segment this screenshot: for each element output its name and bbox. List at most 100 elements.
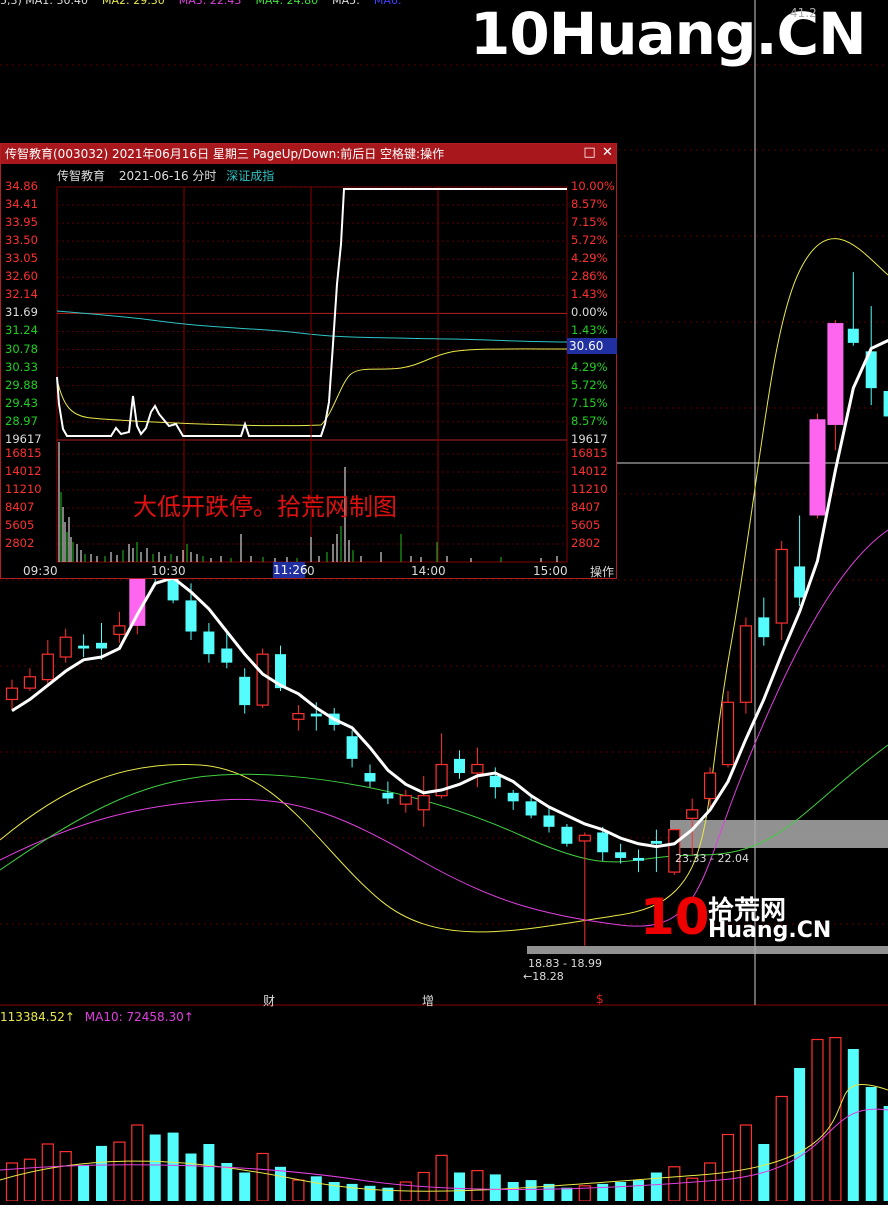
candle-body (507, 792, 519, 802)
operate-button[interactable]: 操作 (590, 563, 614, 580)
price-axis-label: 32.14 (5, 287, 38, 302)
volume-bar (865, 1087, 877, 1201)
volume-bar (615, 1182, 627, 1201)
candle-body (417, 795, 430, 811)
volume-bar (41, 1143, 54, 1202)
price-line (56, 188, 567, 437)
volume-legend: 113384.52↑ MA10: 72458.30↑ (0, 1010, 194, 1024)
candle-body (346, 736, 358, 759)
candle-body (382, 792, 394, 799)
volume-bar (829, 1036, 842, 1202)
mid-range-note: 23.33 - 22.04 (675, 852, 749, 865)
volume-axis-label: 2802 (571, 536, 601, 550)
volume-bar (185, 1153, 197, 1201)
ma-legend-item: MA2: 29.30 (102, 0, 165, 7)
volume-bar (703, 1162, 717, 1202)
ma-legend-strip: 5,3) MA1: 30.40 MA2: 29.30 MA3: 22.43 MA4: … (0, 0, 416, 7)
percent-axis-label: 10.00% (571, 179, 615, 193)
volume-bar (96, 1145, 107, 1201)
volume-bar (78, 1164, 90, 1201)
ma-legend-item: MA6: (373, 0, 402, 7)
candle-body (561, 826, 573, 844)
index-name[interactable]: 深证成指 (226, 169, 274, 183)
chart-annotation: 大低开跌停。拾荒网制图 (133, 493, 397, 521)
chart-date: 2021-06-16 分时 (118, 169, 217, 183)
candle-body (615, 852, 627, 858)
candle-body (185, 600, 197, 632)
volume-axis-label: 11210 (5, 482, 42, 496)
percent-axis-label: 19617 (571, 431, 608, 446)
candle-body (775, 548, 788, 624)
candle-body (256, 653, 269, 706)
volume-bar (525, 1180, 537, 1201)
candle-body (399, 795, 412, 805)
volume-bar (221, 1163, 233, 1201)
average-price-line (56, 348, 568, 427)
volume-axis-label: 16815 (5, 446, 42, 460)
candle-body (847, 328, 859, 343)
candle-body (827, 323, 844, 425)
candle-body (310, 713, 322, 717)
percent-axis-label: 5.72% (571, 377, 608, 392)
price-axis-label: 33.95 (5, 215, 38, 230)
candle-body (203, 631, 215, 655)
volume-ma-line (0, 1108, 888, 1190)
volume-axis-label: 8407 (571, 500, 601, 514)
candle-body (41, 653, 54, 681)
price-band (527, 946, 888, 954)
restore-icon[interactable]: □ (583, 146, 596, 160)
price-axis-label: 33.50 (5, 233, 38, 248)
volume-axis-label: 5605 (571, 518, 601, 532)
event-marker-finance[interactable]: 财 (263, 992, 275, 1009)
volume-bar (597, 1183, 609, 1201)
candle-body (96, 642, 107, 649)
volume-bar (275, 1166, 286, 1201)
candle-body (113, 625, 126, 635)
price-axis-label: 34.86 (5, 179, 38, 193)
volume-bar (292, 1179, 305, 1202)
percent-axis-label: 7.15% (571, 395, 608, 410)
percent-axis-label: 4.29% (571, 359, 608, 374)
event-marker-increase[interactable]: 增 (422, 992, 434, 1009)
volume-axis-label: 5605 (5, 518, 35, 532)
percent-axis-label: 8.57% (571, 413, 608, 428)
popup-subheader: 传智教育 2021-06-16 分时 深证成指 (57, 167, 274, 184)
volume-axis-label: 11210 (571, 482, 608, 496)
price-axis-label: 29.88 (5, 377, 38, 392)
low-range-note: 18.83 - 18.99 (528, 957, 602, 970)
volume-bar (346, 1183, 358, 1201)
candle-body (59, 636, 72, 658)
volume-bar (471, 1169, 484, 1202)
candle-body (809, 419, 826, 516)
candle-body (794, 566, 806, 598)
price-axis-label: 32.60 (5, 269, 38, 284)
volume-bar (239, 1172, 251, 1201)
candle-body (525, 801, 537, 816)
volume-axis-label: 14012 (571, 464, 608, 478)
candle-body (686, 809, 699, 819)
volume-bar (59, 1150, 72, 1202)
volume-bar (739, 1124, 753, 1202)
candle-body (633, 857, 644, 861)
price-axis-label: 30.78 (5, 341, 38, 356)
time-axis-label: 09:30 (23, 564, 58, 578)
low-price-note: ←18.28 (523, 970, 564, 983)
volume-bar (721, 1133, 735, 1202)
volume-bar (811, 1038, 824, 1202)
candle-body (883, 390, 888, 417)
percent-axis-label: 1.43% (571, 323, 608, 338)
close-icon[interactable]: ✕ (601, 146, 614, 160)
event-marker-dollar[interactable]: $ (596, 992, 604, 1006)
candle-body (364, 773, 376, 782)
candle-body (739, 625, 753, 703)
volume-axis-label: 8407 (5, 500, 35, 514)
volume-bar (794, 1068, 806, 1201)
vol-ma10-label: MA10: (84, 1010, 123, 1024)
candle-body (578, 834, 591, 842)
percent-axis-label: 8.57% (571, 197, 608, 212)
popup-title-bar[interactable]: 传智教育(003032) 2021年06月16日 星期三 PageUp/Down… (1, 144, 616, 164)
percent-axis-label: 5.72% (571, 233, 608, 248)
time-axis-label: 14:00 (411, 564, 446, 578)
candle-body (454, 758, 465, 774)
intraday-popup-window[interactable]: 传智教育(003032) 2021年06月16日 星期三 PageUp/Down… (0, 143, 617, 579)
